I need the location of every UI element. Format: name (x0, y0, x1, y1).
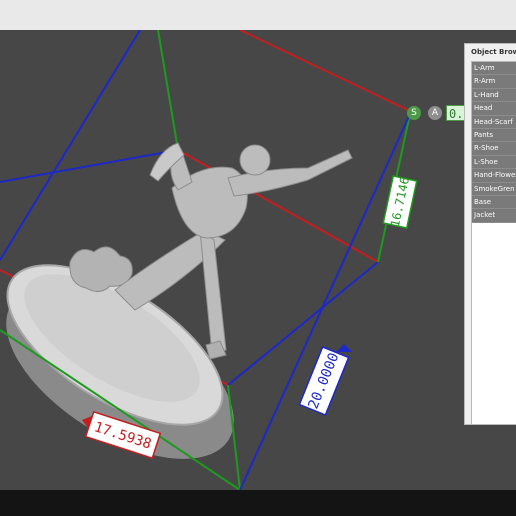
object-browser-panel: Object Browser L-Arm R-Arm L-Hand Head H… (464, 43, 516, 425)
bbox-edge (227, 261, 379, 386)
3d-viewport[interactable]: 16.7146 20.0000 17.5938 (0, 30, 516, 490)
list-item[interactable]: Jacket (472, 209, 516, 223)
snap-toggle-icon[interactable]: S (407, 106, 421, 120)
list-item[interactable]: Head-Scarf (472, 115, 516, 129)
bbox-edge (239, 30, 413, 113)
bbox-edge (0, 149, 179, 183)
list-item[interactable]: L-Shoe (472, 155, 516, 170)
dimension-height: 16.7146 (382, 175, 418, 229)
axis-toggle-icon[interactable]: A (428, 106, 442, 120)
list-item[interactable]: L-Hand (472, 88, 516, 103)
object-browser-title: Object Browser (471, 48, 516, 56)
list-item[interactable]: SmokeGren (472, 182, 516, 196)
list-item[interactable]: L-Arm (472, 62, 516, 76)
bbox-edge (157, 30, 179, 151)
list-item[interactable]: Base (472, 195, 516, 210)
object-list[interactable]: L-Arm R-Arm L-Hand Head Head-Scarf Pants… (471, 61, 516, 424)
scene-canvas: 16.7146 20.0000 17.5938 (0, 30, 418, 490)
list-item[interactable]: R-Arm (472, 75, 516, 89)
list-item[interactable]: Hand-Flower (472, 169, 516, 183)
status-bar (0, 490, 516, 516)
list-item[interactable]: Head (472, 102, 516, 116)
bbox-edge (0, 30, 141, 261)
list-item[interactable]: R-Shoe (472, 142, 516, 156)
dimension-depth: 20.0000 (298, 344, 352, 416)
title-bar (0, 0, 516, 31)
list-item[interactable]: Pants (472, 128, 516, 143)
